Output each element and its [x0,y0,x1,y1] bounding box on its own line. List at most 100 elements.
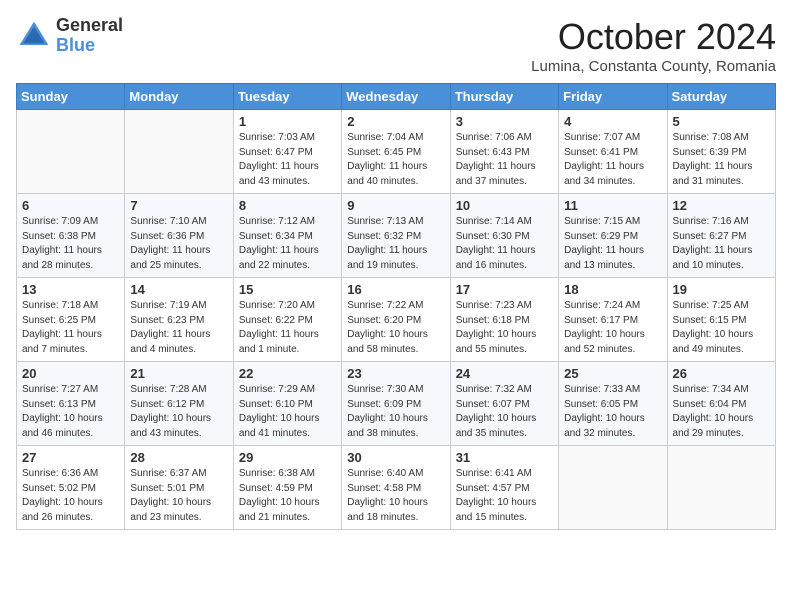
day-info: Sunrise: 7:14 AM Sunset: 6:30 PM Dayligh… [456,215,553,273]
calendar-day-cell: 2 Sunrise: 7:04 AM Sunset: 6:45 PM Daylig… [342,110,450,194]
day-number: 6 [22,198,119,213]
day-number: 11 [564,198,661,213]
day-info: Sunrise: 6:36 AM Sunset: 5:02 PM Dayligh… [22,467,119,525]
day-number: 31 [456,450,553,465]
day-info: Sunrise: 7:27 AM Sunset: 6:13 PM Dayligh… [22,383,119,441]
day-info: Sunrise: 7:34 AM Sunset: 6:04 PM Dayligh… [673,383,770,441]
calendar-day-cell: 25Sunrise: 7:33 AM Sunset: 6:05 PM Dayli… [559,362,667,446]
page-header: General Blue October 2024 Lumina, Consta… [16,16,776,75]
day-number: 19 [673,282,770,297]
calendar-day-cell: 17Sunrise: 7:23 AM Sunset: 6:18 PM Dayli… [450,278,558,362]
day-info: Sunrise: 7:18 AM Sunset: 6:25 PM Dayligh… [22,299,119,357]
calendar-day-cell: 24 Sunrise: 7:32 AM Sunset: 6:07 PM Dayli… [450,362,558,446]
day-info: Sunrise: 7:19 AM Sunset: 6:23 PM Dayligh… [130,299,227,357]
calendar-week-row: 20 Sunrise: 7:27 AM Sunset: 6:13 PM Dayli… [17,362,776,446]
day-number: 9 [347,198,444,213]
day-number: 29 [239,450,336,465]
day-info: Sunrise: 7:22 AM Sunset: 6:20 PM Dayligh… [347,299,444,357]
day-number: 26 [673,366,770,381]
calendar-day-cell: 27 Sunrise: 6:36 AM Sunset: 5:02 PM Dayli… [17,446,125,530]
day-number: 22 [239,366,336,381]
calendar-day-cell: 20 Sunrise: 7:27 AM Sunset: 6:13 PM Dayli… [17,362,125,446]
day-info: Sunrise: 6:37 AM Sunset: 5:01 PM Dayligh… [130,467,227,525]
calendar-day-cell: 1 Sunrise: 7:03 AM Sunset: 6:47 PM Daylig… [233,110,341,194]
calendar-day-cell: 29Sunrise: 6:38 AM Sunset: 4:59 PM Dayli… [233,446,341,530]
calendar-day-cell [125,110,233,194]
day-number: 13 [22,282,119,297]
day-info: Sunrise: 6:41 AM Sunset: 4:57 PM Dayligh… [456,467,553,525]
day-number: 3 [456,114,553,129]
weekday-header-row: SundayMondayTuesdayWednesdayThursdayFrid… [17,84,776,110]
calendar-day-cell: 11Sunrise: 7:15 AM Sunset: 6:29 PM Dayli… [559,194,667,278]
day-info: Sunrise: 7:29 AM Sunset: 6:10 PM Dayligh… [239,383,336,441]
calendar-week-row: 13 Sunrise: 7:18 AM Sunset: 6:25 PM Dayli… [17,278,776,362]
day-number: 12 [673,198,770,213]
calendar-day-cell: 28 Sunrise: 6:37 AM Sunset: 5:01 PM Dayli… [125,446,233,530]
day-info: Sunrise: 7:16 AM Sunset: 6:27 PM Dayligh… [673,215,770,273]
calendar-day-cell: 23Sunrise: 7:30 AM Sunset: 6:09 PM Dayli… [342,362,450,446]
day-number: 10 [456,198,553,213]
day-info: Sunrise: 7:20 AM Sunset: 6:22 PM Dayligh… [239,299,336,357]
calendar-day-cell: 8 Sunrise: 7:12 AM Sunset: 6:34 PM Daylig… [233,194,341,278]
calendar-day-cell [667,446,775,530]
calendar-table: SundayMondayTuesdayWednesdayThursdayFrid… [16,83,776,530]
day-info: Sunrise: 7:04 AM Sunset: 6:45 PM Dayligh… [347,131,444,189]
day-number: 8 [239,198,336,213]
day-number: 7 [130,198,227,213]
day-info: Sunrise: 7:25 AM Sunset: 6:15 PM Dayligh… [673,299,770,357]
day-number: 4 [564,114,661,129]
day-number: 16 [347,282,444,297]
day-number: 5 [673,114,770,129]
day-info: Sunrise: 7:28 AM Sunset: 6:12 PM Dayligh… [130,383,227,441]
calendar-day-cell: 13 Sunrise: 7:18 AM Sunset: 6:25 PM Dayli… [17,278,125,362]
calendar-day-cell: 22 Sunrise: 7:29 AM Sunset: 6:10 PM Dayli… [233,362,341,446]
calendar-day-cell: 14Sunrise: 7:19 AM Sunset: 6:23 PM Dayli… [125,278,233,362]
calendar-day-cell: 19 Sunrise: 7:25 AM Sunset: 6:15 PM Dayli… [667,278,775,362]
calendar-day-cell: 9 Sunrise: 7:13 AM Sunset: 6:32 PM Daylig… [342,194,450,278]
day-number: 15 [239,282,336,297]
day-info: Sunrise: 7:13 AM Sunset: 6:32 PM Dayligh… [347,215,444,273]
calendar-week-row: 27 Sunrise: 6:36 AM Sunset: 5:02 PM Dayli… [17,446,776,530]
day-info: Sunrise: 7:12 AM Sunset: 6:34 PM Dayligh… [239,215,336,273]
day-info: Sunrise: 7:30 AM Sunset: 6:09 PM Dayligh… [347,383,444,441]
day-info: Sunrise: 6:40 AM Sunset: 4:58 PM Dayligh… [347,467,444,525]
calendar-day-cell: 30Sunrise: 6:40 AM Sunset: 4:58 PM Dayli… [342,446,450,530]
day-number: 20 [22,366,119,381]
weekday-header-wednesday: Wednesday [342,84,450,110]
day-info: Sunrise: 7:09 AM Sunset: 6:38 PM Dayligh… [22,215,119,273]
calendar-day-cell: 26 Sunrise: 7:34 AM Sunset: 6:04 PM Dayli… [667,362,775,446]
weekday-header-sunday: Sunday [17,84,125,110]
day-info: Sunrise: 7:07 AM Sunset: 6:41 PM Dayligh… [564,131,661,189]
calendar-week-row: 6 Sunrise: 7:09 AM Sunset: 6:38 PM Daylig… [17,194,776,278]
day-info: Sunrise: 7:03 AM Sunset: 6:47 PM Dayligh… [239,131,336,189]
weekday-header-saturday: Saturday [667,84,775,110]
logo-blue: Blue [56,36,123,56]
calendar-day-cell: 16 Sunrise: 7:22 AM Sunset: 6:20 PM Dayli… [342,278,450,362]
calendar-day-cell: 3Sunrise: 7:06 AM Sunset: 6:43 PM Daylig… [450,110,558,194]
day-number: 28 [130,450,227,465]
calendar-day-cell [559,446,667,530]
calendar-day-cell: 12 Sunrise: 7:16 AM Sunset: 6:27 PM Dayli… [667,194,775,278]
day-number: 18 [564,282,661,297]
calendar-day-cell: 7 Sunrise: 7:10 AM Sunset: 6:36 PM Daylig… [125,194,233,278]
location-title: Lumina, Constanta County, Romania [531,58,776,75]
weekday-header-monday: Monday [125,84,233,110]
day-number: 2 [347,114,444,129]
logo: General Blue [16,16,123,56]
day-number: 21 [130,366,227,381]
day-number: 27 [22,450,119,465]
calendar-day-cell: 21 Sunrise: 7:28 AM Sunset: 6:12 PM Dayli… [125,362,233,446]
day-number: 24 [456,366,553,381]
calendar-day-cell: 6 Sunrise: 7:09 AM Sunset: 6:38 PM Daylig… [17,194,125,278]
day-info: Sunrise: 7:32 AM Sunset: 6:07 PM Dayligh… [456,383,553,441]
logo-icon [16,18,52,54]
day-info: Sunrise: 7:33 AM Sunset: 6:05 PM Dayligh… [564,383,661,441]
day-info: Sunrise: 7:10 AM Sunset: 6:36 PM Dayligh… [130,215,227,273]
logo-general: General [56,16,123,36]
weekday-header-friday: Friday [559,84,667,110]
calendar-day-cell: 5Sunrise: 7:08 AM Sunset: 6:39 PM Daylig… [667,110,775,194]
calendar-day-cell: 10 Sunrise: 7:14 AM Sunset: 6:30 PM Dayli… [450,194,558,278]
calendar-day-cell: 31 Sunrise: 6:41 AM Sunset: 4:57 PM Dayli… [450,446,558,530]
weekday-header-tuesday: Tuesday [233,84,341,110]
day-number: 1 [239,114,336,129]
